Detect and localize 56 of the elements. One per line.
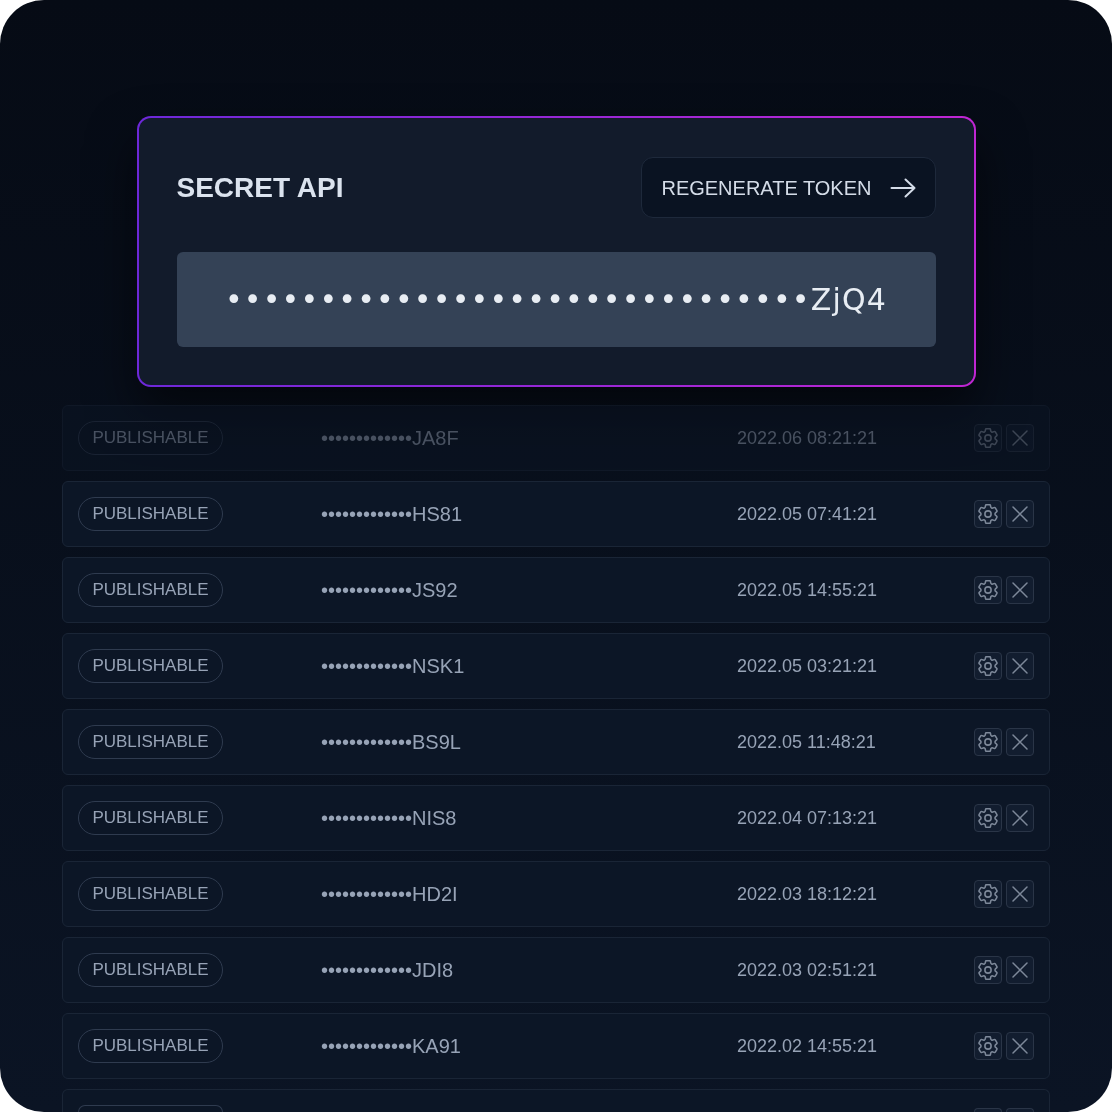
settings-button[interactable] xyxy=(974,1032,1002,1060)
created-date: 2022.05 11:48:21 xyxy=(737,730,877,754)
gear-icon xyxy=(978,504,998,524)
masked-key: •••••••••••••JS92 xyxy=(321,575,737,605)
delete-button[interactable] xyxy=(1006,1032,1034,1060)
delete-button[interactable] xyxy=(1006,880,1034,908)
masked-key: •••••••••••••NIS8 xyxy=(321,803,737,833)
delete-button[interactable] xyxy=(1006,956,1034,984)
created-date: 2022.02 14:55:21 xyxy=(737,1034,879,1058)
settings-button[interactable] xyxy=(974,956,1002,984)
created-date: 2022.05 07:41:21 xyxy=(737,502,879,526)
masked-key: •••••••••••••NSK1 xyxy=(321,651,737,681)
close-icon xyxy=(1012,886,1028,902)
gear-icon xyxy=(978,1036,998,1056)
masked-key: •••••••••••••JA8F xyxy=(321,423,737,453)
masked-key: •••••••••••••BS9L xyxy=(321,727,737,757)
arrow-right-icon xyxy=(889,177,916,198)
regenerate-token-button[interactable]: REGENERATE TOKEN xyxy=(641,157,936,218)
delete-button[interactable] xyxy=(1006,728,1034,756)
created-date: 2022.06 08:21:21 xyxy=(737,426,879,450)
gear-icon xyxy=(978,732,998,752)
created-date: 2022.03 18:12:21 xyxy=(737,882,879,906)
settings-button[interactable] xyxy=(974,576,1002,604)
delete-button[interactable] xyxy=(1006,652,1034,680)
gear-icon xyxy=(978,580,998,600)
created-date: 2022.03 02:51:21 xyxy=(737,958,879,982)
card-title: SECRET API xyxy=(176,170,344,205)
close-icon xyxy=(1012,506,1028,522)
gear-icon xyxy=(978,808,998,828)
gear-icon xyxy=(978,428,998,448)
masked-key: •••••••••••••KA91 xyxy=(321,1031,737,1061)
settings-button[interactable] xyxy=(974,880,1002,908)
settings-button[interactable] xyxy=(974,500,1002,528)
created-date: 2022.04 07:13:21 xyxy=(737,806,879,830)
close-icon xyxy=(1012,430,1028,446)
gear-icon xyxy=(978,656,998,676)
delete-button[interactable] xyxy=(1006,576,1034,604)
settings-button[interactable] xyxy=(974,804,1002,832)
close-icon xyxy=(1012,658,1028,674)
masked-key: •••••••••••••JDI8 xyxy=(321,955,737,985)
masked-key: •••••••••••••HS81 xyxy=(321,499,737,529)
close-icon xyxy=(1012,582,1028,598)
settings-button[interactable] xyxy=(974,652,1002,680)
close-icon xyxy=(1012,810,1028,826)
created-date: 2022.05 14:55:21 xyxy=(737,578,879,602)
delete-button[interactable] xyxy=(1006,500,1034,528)
delete-button[interactable] xyxy=(1006,804,1034,832)
close-icon xyxy=(1012,962,1028,978)
gear-icon xyxy=(978,884,998,904)
settings-button[interactable] xyxy=(974,728,1002,756)
masked-key: •••••••••••••HD2I xyxy=(321,879,737,909)
gear-icon xyxy=(978,960,998,980)
close-icon xyxy=(1012,1038,1028,1054)
close-icon xyxy=(1012,734,1028,750)
created-date: 2022.05 03:21:21 xyxy=(737,654,879,678)
token-field[interactable]: •••••••••••••••••••••••••••••••ZjQ4 xyxy=(176,252,936,347)
